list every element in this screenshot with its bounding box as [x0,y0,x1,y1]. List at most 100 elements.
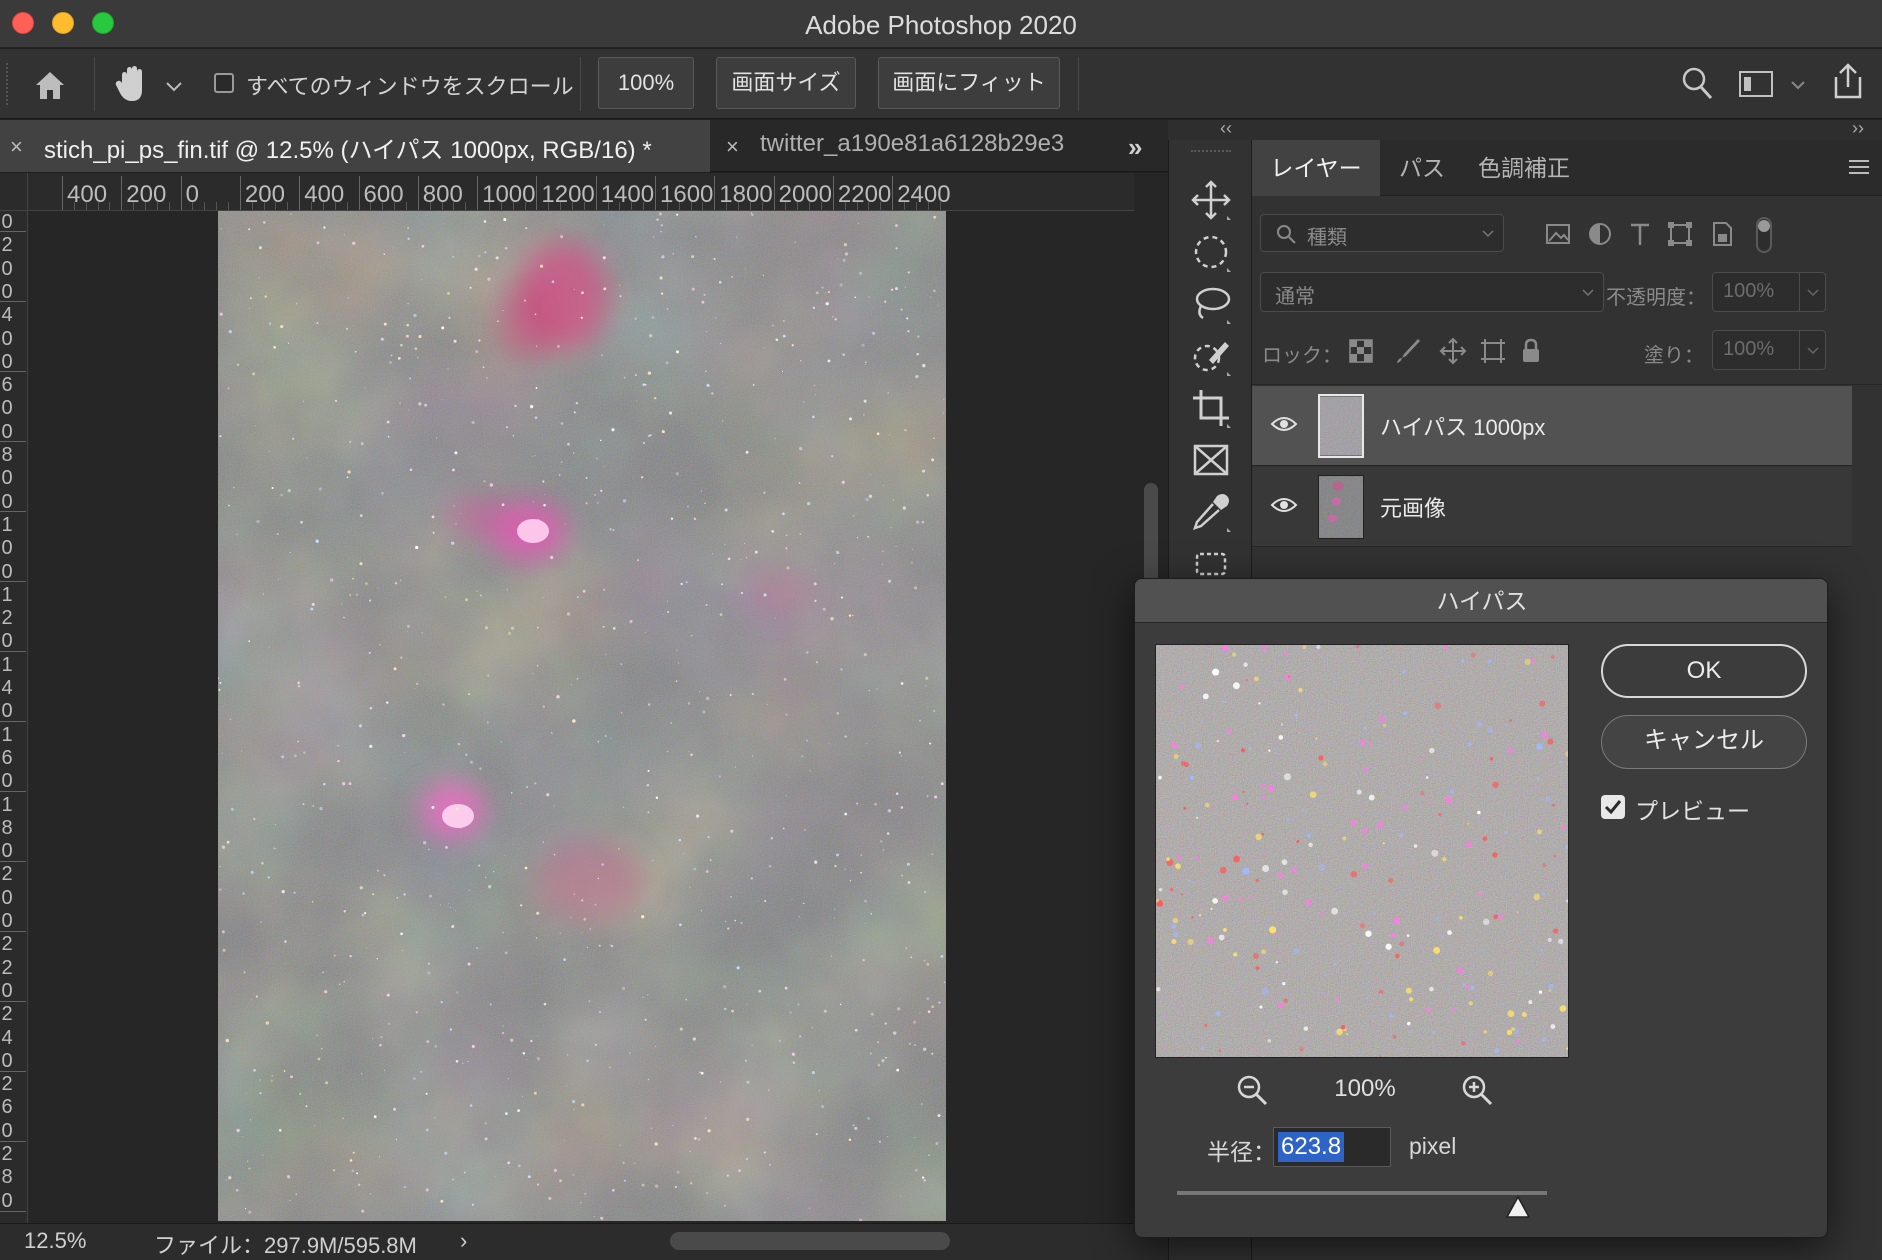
lock-pixels-icon[interactable] [1392,336,1422,366]
star [634,1162,635,1164]
tab-layers[interactable]: レイヤー [1252,140,1380,196]
star [425,1092,428,1095]
star [617,848,620,850]
star [831,315,834,318]
home-icon[interactable] [30,65,70,105]
chevron-down-icon [1807,347,1819,355]
blend-mode-select[interactable]: 通常 [1260,272,1604,312]
lock-position-icon[interactable] [1438,336,1468,366]
eye-icon[interactable] [1270,414,1298,434]
tab-overflow-button[interactable]: » [1128,132,1143,163]
star [489,483,493,487]
star [868,494,873,498]
zoom-in-icon[interactable] [1460,1073,1494,1107]
star [801,755,804,758]
panel-collapse-bar[interactable]: ›› [1252,118,1882,140]
tools-grip[interactable] [1191,150,1231,154]
star [704,502,706,504]
opacity-dropdown[interactable] [1799,273,1825,311]
fit-screen-button[interactable]: 画面サイズ [716,57,856,109]
star [576,677,579,680]
star [925,676,929,680]
radius-slider-track[interactable] [1177,1191,1547,1195]
ok-button[interactable]: OK [1601,644,1807,698]
preview-star [1528,1000,1533,1005]
layer-name[interactable]: 元画像 [1380,491,1446,523]
filter-pixel-icon[interactable] [1542,218,1574,250]
lock-artboard-icon[interactable] [1478,336,1508,366]
eye-icon[interactable] [1270,495,1298,515]
star [870,913,872,915]
star [757,900,759,902]
scroll-all-windows-label: すべてのウィンドウをスクロール [246,74,574,99]
filter-type-icon[interactable] [1624,218,1656,250]
hand-tool-icon[interactable] [112,63,152,105]
status-menu-arrow[interactable]: › [460,1228,467,1254]
fill-screen-button[interactable]: 画面にフィット [878,57,1060,109]
workspace-icon[interactable] [1738,69,1774,99]
fill-dropdown[interactable] [1799,331,1825,369]
marquee-tool-icon[interactable] [1189,230,1233,274]
filter-shape-icon[interactable] [1664,218,1696,250]
star [585,476,588,479]
zoom-100-button[interactable]: 100% [598,57,694,109]
tools-collapse-bar[interactable]: ‹‹ [1168,118,1252,140]
star [259,1092,262,1095]
star [225,1038,229,1043]
share-icon[interactable] [1828,61,1868,101]
horizontal-ruler[interactable]: 400 200 0 200 400 600 800 1000 1200 1400 1600 1800 2… [28,173,1134,211]
zoom-out-icon[interactable] [1235,1073,1269,1107]
filter-adjustment-icon[interactable] [1584,218,1616,250]
status-zoom[interactable]: 12.5% [24,1228,86,1254]
tab-paths[interactable]: パス [1380,140,1464,196]
lock-all-icon[interactable] [1516,336,1546,366]
layer-name[interactable]: ハイパス 1000px [1380,410,1545,442]
opacity-field[interactable]: 100% [1712,272,1826,312]
collapse-left-icon[interactable]: ‹‹ [1220,118,1232,139]
fill-field[interactable]: 100% [1712,330,1826,370]
radius-input[interactable]: 623.8 [1273,1127,1391,1167]
document-tab-twitter[interactable]: × twitter_a190e81a6128b29e3 [716,120,1092,172]
canvas-area[interactable] [28,211,1134,1223]
lasso-tool-icon[interactable] [1189,282,1233,326]
search-icon[interactable] [1680,65,1714,101]
blend-mode-value: 通常 [1275,286,1315,308]
crop-tool-icon[interactable] [1189,386,1233,430]
chevron-down-icon[interactable] [164,79,184,93]
chevron-down-icon[interactable] [1790,79,1806,91]
radius-slider-thumb[interactable] [1505,1195,1531,1219]
star [700,910,702,912]
options-bar-grip[interactable] [6,63,10,105]
star [700,490,703,492]
preview-star [1406,934,1410,937]
filter-smart-object-icon[interactable] [1706,218,1738,250]
panel-menu-icon[interactable] [1848,158,1870,176]
layer-row-original[interactable]: 元画像 [1252,467,1852,547]
dialog-title[interactable]: ハイパス [1135,579,1827,623]
preview-checkbox[interactable] [1601,795,1625,819]
collapse-right-icon[interactable]: ›› [1852,118,1864,139]
layer-kind-filter[interactable]: 種類 [1260,214,1504,252]
tab-close-icon[interactable]: × [10,134,23,160]
preview-star [1306,833,1312,839]
tab-adjustments[interactable]: 色調補正 [1464,140,1584,196]
horizontal-scroll-thumb[interactable] [670,1232,950,1250]
vertical-ruler[interactable]: 0200400600800100120140160180200220240260… [0,211,28,1223]
document-tab-active[interactable]: × stich_pi_ps_fin.tif @ 12.5% (ハイパス 1000… [0,120,710,172]
move-tool-icon[interactable] [1189,178,1233,222]
filter-preview[interactable] [1155,644,1569,1058]
star [856,537,859,539]
ruler-tick [358,176,360,210]
preview-star [1440,935,1444,938]
star [852,1124,855,1127]
document-image[interactable] [218,211,946,1221]
quick-selection-tool-icon[interactable] [1189,334,1233,378]
eyedropper-tool-icon[interactable] [1189,490,1233,534]
lock-transparent-icon[interactable] [1346,336,1376,366]
filter-toggle-icon[interactable] [1748,216,1780,254]
scroll-all-windows-checkbox[interactable] [214,73,234,93]
layer-row-highpass[interactable]: ハイパス 1000px [1252,386,1852,466]
frame-tool-icon[interactable] [1189,438,1233,482]
cancel-button[interactable]: キャンセル [1601,715,1807,769]
tab-close-icon[interactable]: × [726,134,739,160]
